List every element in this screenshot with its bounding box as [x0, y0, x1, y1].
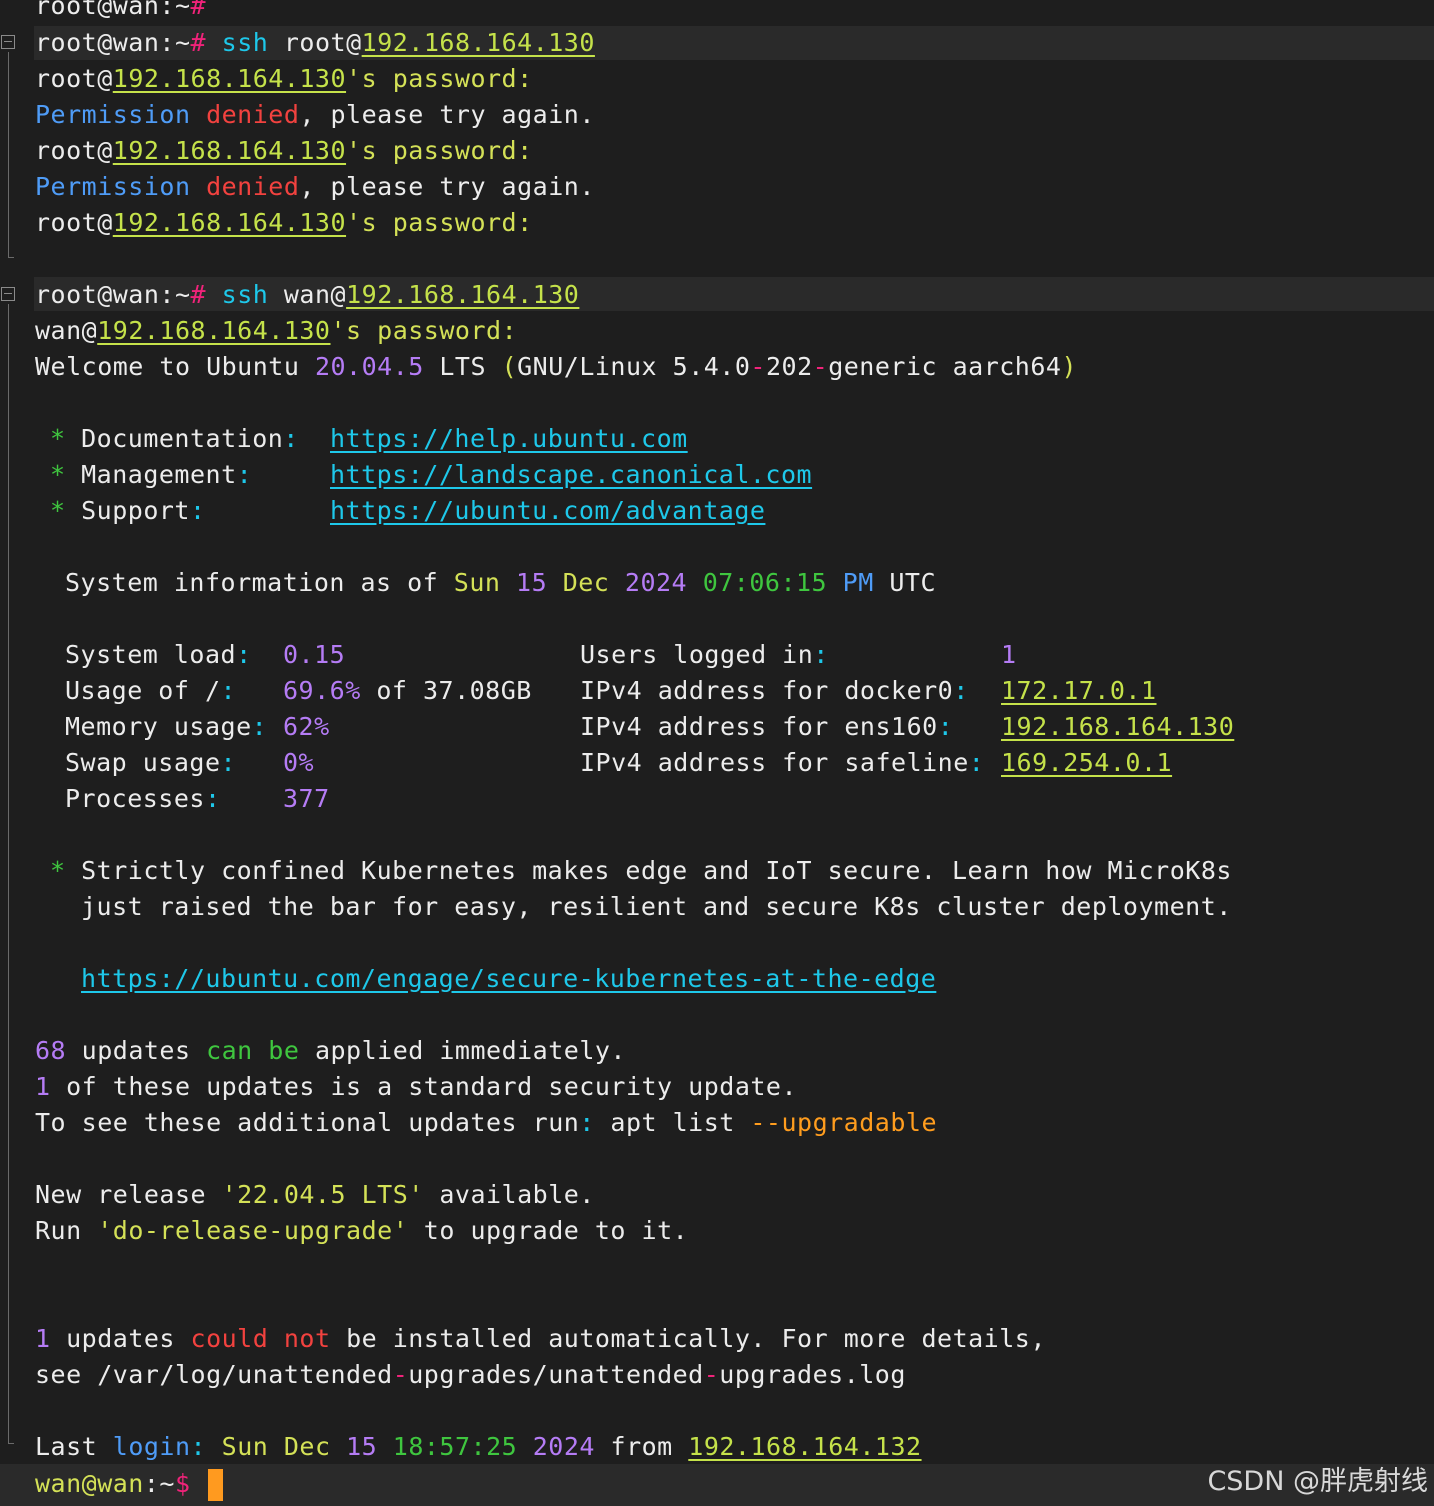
fold-rail — [8, 52, 9, 258]
terminal-line-new-release: New release '22.04.5 LTS' available. — [35, 1180, 595, 1209]
terminal-line-k8s: * Strictly confined Kubernetes makes edg… — [50, 856, 1232, 885]
fold-rail-end — [8, 1443, 14, 1444]
terminal-line-password-prompt: root@192.168.164.130's password: — [35, 208, 533, 237]
terminal-line-password-prompt: root@192.168.164.130's password: — [35, 64, 533, 93]
terminal-line-welcome: Welcome to Ubuntu 20.04.5 LTS (GNU/Linux… — [35, 352, 1078, 381]
terminal-line-password-prompt: wan@192.168.164.130's password: — [35, 316, 518, 345]
fold-rail — [8, 304, 9, 1444]
terminal-line-ssh-wan: root@wan:~# ssh wan@192.168.164.130 — [35, 280, 580, 309]
stat-system-load-value: 0.15 — [283, 640, 346, 669]
fold-toggle-icon[interactable] — [1, 287, 15, 301]
stat-memory-value: 62% — [283, 712, 330, 741]
terminal-line-log-path: see /var/log/unattended-upgrades/unatten… — [35, 1360, 906, 1389]
terminal-line-support: * Support: — [50, 496, 206, 525]
stat-swap-label: Swap usage: — [65, 748, 237, 777]
terminal-line-last-login: Last login: Sun Dec 15 18:57:25 2024 fro… — [35, 1432, 922, 1461]
stat-docker-label: IPv4 address for docker0: — [580, 676, 969, 705]
documentation-link[interactable]: https://help.ubuntu.com — [330, 421, 688, 457]
shell-prompt[interactable]: wan@wan:~$ — [35, 1465, 224, 1503]
support-link[interactable]: https://ubuntu.com/advantage — [330, 493, 765, 529]
k8s-link[interactable]: https://ubuntu.com/engage/secure-kuberne… — [81, 961, 936, 997]
terminal-line-sysinfo: System information as of Sun 15 Dec 2024… — [65, 568, 936, 597]
stat-safeline-value: 169.254.0.1 — [1001, 748, 1173, 777]
terminal-line-management: * Management: — [50, 460, 253, 489]
terminal-line-k8s: just raised the bar for easy, resilient … — [81, 892, 1232, 921]
prompt-user: wan@wan — [35, 1469, 144, 1498]
terminal-line-see-updates: To see these additional updates run: apt… — [35, 1108, 937, 1137]
terminal-line: root@wan:~# — [35, 0, 207, 20]
stat-ens160-label: IPv4 address for ens160: — [580, 712, 954, 741]
fold-toggle-icon[interactable] — [1, 35, 15, 49]
terminal-line-permission-denied: Permission denied, please try again. — [35, 100, 595, 129]
stat-usage-label: Usage of /: — [65, 676, 237, 705]
terminal-line-run-upgrade: Run 'do-release-upgrade' to upgrade to i… — [35, 1216, 689, 1245]
stat-docker-value: 172.17.0.1 — [1001, 676, 1157, 705]
stat-users-value: 1 — [1001, 640, 1017, 669]
prompt-symbol: $ — [174, 1469, 191, 1498]
stat-processes-label: Processes: — [65, 784, 221, 813]
stat-usage-value: 69.6% of 37.08GB — [283, 676, 532, 705]
management-link[interactable]: https://landscape.canonical.com — [330, 457, 812, 493]
terminal-line-not-installed: 1 updates could not be installed automat… — [35, 1324, 1046, 1353]
prompt-path: :~ — [143, 1469, 175, 1498]
fold-rail-end — [8, 257, 14, 258]
stat-processes-value: 377 — [283, 784, 330, 813]
stat-memory-label: Memory usage: — [65, 712, 268, 741]
stat-swap-value: 0% — [283, 748, 315, 777]
stat-system-load-label: System load: — [65, 640, 252, 669]
text-cursor — [208, 1469, 224, 1501]
stat-safeline-label: IPv4 address for safeline: — [580, 748, 985, 777]
stat-ens160-value: 192.168.164.130 — [1001, 712, 1235, 741]
terminal-line-ssh-root: root@wan:~# ssh root@192.168.164.130 — [35, 28, 595, 57]
terminal-window[interactable]: root@wan:~# root@wan:~# ssh root@192.168… — [0, 0, 1434, 1506]
stat-users-label: Users logged in: — [580, 640, 829, 669]
terminal-line-documentation: * Documentation: — [50, 424, 299, 453]
terminal-line-updates: 68 updates can be applied immediately. — [35, 1036, 626, 1065]
terminal-line-password-prompt: root@192.168.164.130's password: — [35, 136, 533, 165]
terminal-line-security: 1 of these updates is a standard securit… — [35, 1072, 798, 1101]
watermark: CSDN @胖虎射线 — [1207, 1466, 1428, 1497]
terminal-line-permission-denied: Permission denied, please try again. — [35, 172, 595, 201]
